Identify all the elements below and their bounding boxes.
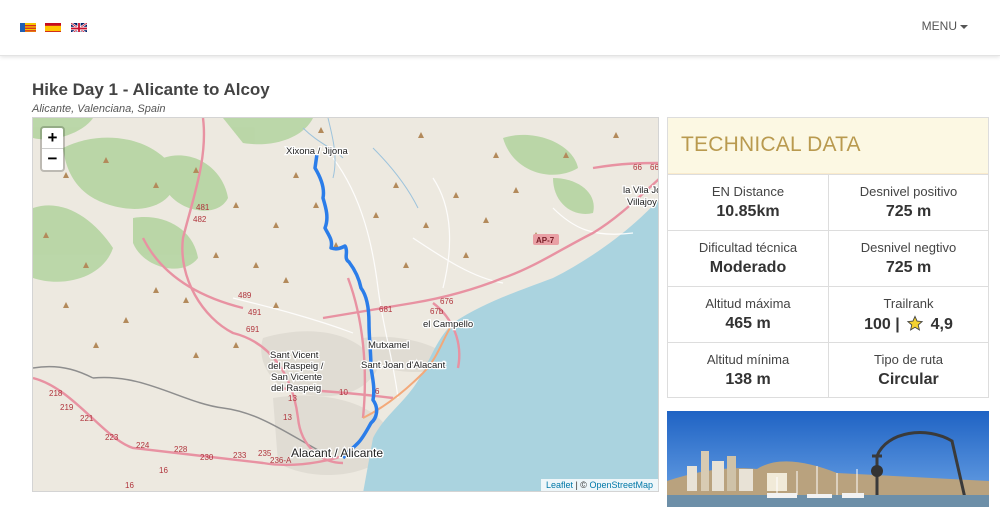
road-label: 67b <box>430 307 444 316</box>
road-label: 481 <box>196 203 210 212</box>
stat-value: 10.85km <box>716 203 780 220</box>
road-label: 489 <box>238 291 252 300</box>
road-label: 13 <box>288 394 297 403</box>
place-label: la Vila Jo <box>623 185 659 196</box>
road-label: 676 <box>440 297 454 306</box>
technical-data-panel: TECHNICAL DATA EN Distance 10.85km Desni… <box>667 117 989 398</box>
technical-data-heading: TECHNICAL DATA <box>681 133 861 156</box>
place-label: Alacant / Alicante <box>291 446 383 460</box>
star-icon <box>906 315 924 331</box>
leaflet-link[interactable]: Leaflet <box>546 480 573 490</box>
zoom-control: + − <box>40 126 65 172</box>
stat-value: 725 m <box>885 203 932 220</box>
stat-value: Moderado <box>709 259 787 276</box>
stat-difficulty: Dificultad técnica Moderado <box>668 230 828 286</box>
route-map[interactable]: 66 66 481 482 489 491 691 681 676 67b 10… <box>32 117 659 492</box>
road-label: 691 <box>246 325 260 334</box>
valencian-flag-icon[interactable] <box>20 21 36 32</box>
stat-elevation-gain: Desnivel positivo 725 m <box>828 174 988 230</box>
road-label: 233 <box>233 451 247 460</box>
road-label: 10 <box>339 388 348 397</box>
road-label: 681 <box>379 305 393 314</box>
attribution-separator: | © <box>572 480 590 490</box>
road-label: 224 <box>136 441 150 450</box>
openstreetmap-link[interactable]: OpenStreetMap <box>589 480 653 490</box>
road-label: AP-7 <box>536 236 555 245</box>
stat-label: Altitud máxima <box>705 296 791 311</box>
road-label: 66 <box>650 163 659 172</box>
place-label: Sant Joan d'Alacant <box>361 360 446 371</box>
road-label: 13 <box>283 413 292 422</box>
stat-label: EN Distance <box>711 184 785 199</box>
caret-down-icon <box>960 24 968 29</box>
road-label: 236-A <box>270 456 292 465</box>
stat-value: Circular <box>878 371 939 388</box>
top-navbar: MENU <box>0 0 1000 56</box>
road-label: 16 <box>125 481 134 490</box>
route-photo[interactable] <box>667 411 989 507</box>
english-flag-icon[interactable] <box>71 21 87 32</box>
menu-label: MENU <box>921 19 957 33</box>
stat-label: Desnivel positivo <box>859 184 958 199</box>
place-label: del Raspeig / <box>268 361 324 372</box>
road-label: 66 <box>633 163 642 172</box>
stat-elevation-loss: Desnivel negtivo 725 m <box>828 230 988 286</box>
stat-value: 100 | 4,9 <box>829 315 988 334</box>
stat-label: Desnivel negtivo <box>860 240 957 255</box>
road-label: 230 <box>200 453 214 462</box>
road-label: 221 <box>80 414 94 423</box>
stat-value: 725 m <box>885 259 932 276</box>
map-attribution: Leaflet | © OpenStreetMap <box>540 479 658 491</box>
place-label: Xixona / Jijona <box>286 146 349 157</box>
stat-max-altitude: Altitud máxima 465 m <box>668 286 828 342</box>
place-label: del Raspeig <box>271 383 321 394</box>
trailrank-score: 4,9 <box>930 316 953 333</box>
zoom-in-button[interactable]: + <box>42 128 63 149</box>
spanish-flag-icon[interactable] <box>45 21 61 32</box>
stat-value: 138 m <box>725 371 771 388</box>
stat-value: 465 m <box>725 315 771 332</box>
road-label: 219 <box>60 403 74 412</box>
page-title: Hike Day 1 - Alicante to Alcoy <box>32 80 270 99</box>
place-label: Mutxamel <box>368 340 409 351</box>
place-label: Villajoy <box>627 197 657 208</box>
stat-route-type: Tipo de ruta Circular <box>828 342 988 398</box>
road-label: 223 <box>105 433 119 442</box>
road-label: 491 <box>248 308 262 317</box>
stat-min-altitude: Altitud mínima 138 m <box>668 342 828 398</box>
road-label: 228 <box>174 445 188 454</box>
road-label: 218 <box>49 389 63 398</box>
trailrank-count: 100 | <box>864 316 900 333</box>
ap7-shield: AP-7 <box>533 234 559 245</box>
place-label: el Campello <box>423 319 473 330</box>
place-label: Sant Vicent <box>270 350 319 361</box>
stat-label: Dificultad técnica <box>698 240 798 255</box>
page-subtitle: Alicante, Valenciana, Spain <box>32 103 166 115</box>
stat-label: Tipo de ruta <box>874 352 943 367</box>
road-label: 16 <box>159 466 168 475</box>
stat-distance: EN Distance 10.85km <box>668 174 828 230</box>
technical-data-header: TECHNICAL DATA <box>668 118 988 174</box>
stat-trailrank: Trailrank 100 | 4,9 <box>828 286 988 342</box>
road-label: 6 <box>375 387 380 396</box>
stat-label: Altitud mínima <box>706 352 790 367</box>
stat-label: Trailrank <box>883 296 934 311</box>
road-label: 482 <box>193 215 207 224</box>
menu-dropdown[interactable]: MENU <box>922 19 968 33</box>
place-label: San Vicente <box>271 372 322 383</box>
zoom-out-button[interactable]: − <box>42 149 63 170</box>
